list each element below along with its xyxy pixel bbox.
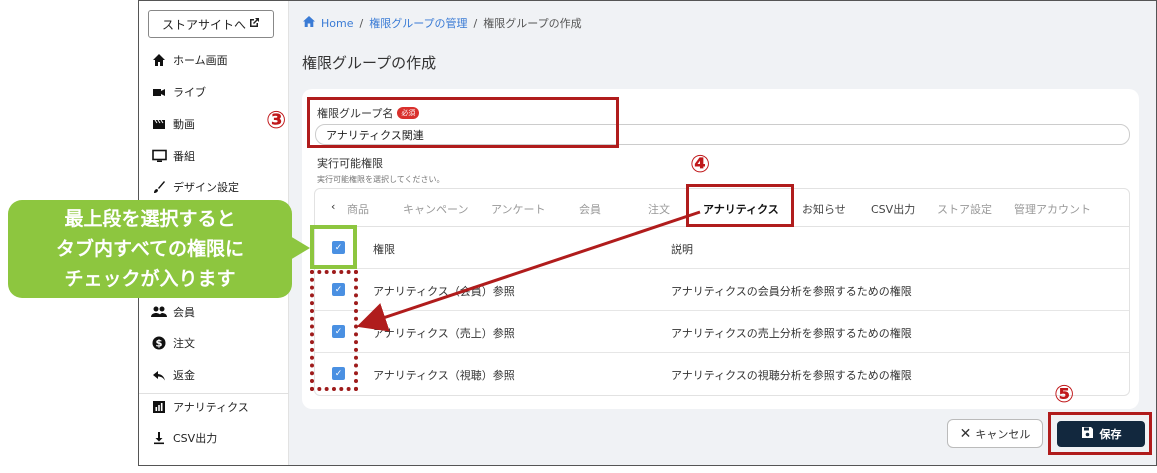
callout-pointer — [290, 236, 310, 260]
callout-line: 最上段を選択すると — [64, 208, 236, 230]
callout-bubble: 最上段を選択すると タブ内すべての権限に チェックが入ります — [8, 200, 292, 298]
callout-line: チェックが入ります — [64, 268, 236, 290]
callout-line: タブ内すべての権限に — [56, 238, 244, 260]
